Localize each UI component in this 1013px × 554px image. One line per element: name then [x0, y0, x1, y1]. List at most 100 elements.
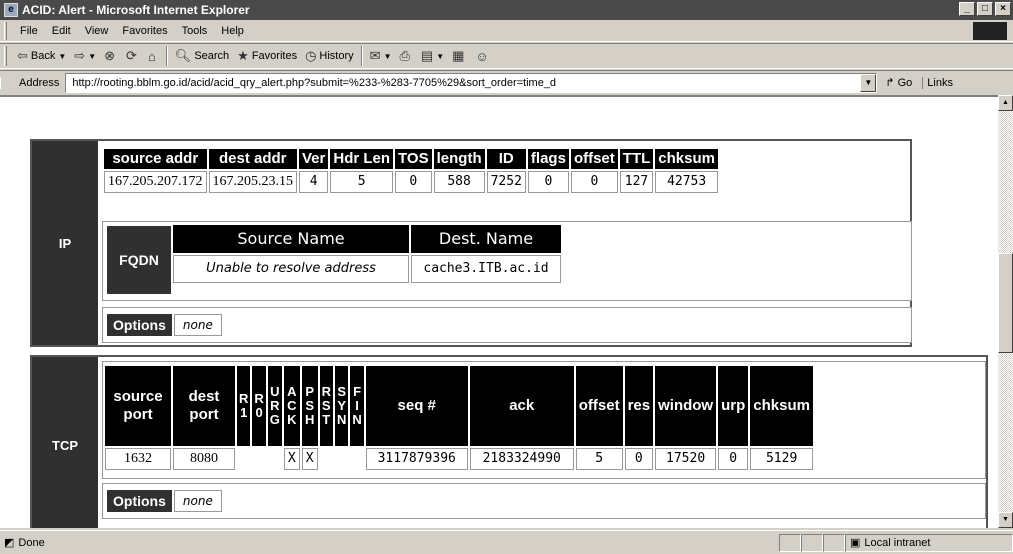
- links-button[interactable]: Links: [922, 76, 953, 89]
- go-arrow-icon: ↱: [885, 77, 895, 89]
- menu-edit[interactable]: Edit: [45, 25, 78, 37]
- discuss-button[interactable]: ▦: [448, 45, 471, 67]
- scroll-up-button[interactable]: ▲: [998, 95, 1013, 111]
- col-header: Source Name: [173, 225, 409, 253]
- table-cell: 0: [527, 171, 569, 193]
- col-header: chksum: [750, 366, 813, 446]
- mail-icon: ✉: [369, 48, 381, 63]
- intranet-icon: ▣: [850, 537, 861, 549]
- table-cell: 17520: [655, 448, 717, 470]
- table-cell: 0: [718, 448, 749, 470]
- maximize-button[interactable]: □: [977, 2, 993, 16]
- scroll-down-button[interactable]: ▼: [998, 512, 1013, 528]
- col-header: res: [624, 366, 654, 446]
- page-done-icon: ◩: [4, 537, 15, 549]
- col-header: F I N: [350, 366, 364, 446]
- table-cell: 0: [624, 448, 654, 470]
- refresh-icon: ⟳: [126, 48, 137, 63]
- col-header: ack: [469, 366, 574, 446]
- status-bar: ◩ Done ▣ Local intranet: [0, 530, 1013, 554]
- ip-section: IP source addr dest addr Ver Hdr Len TOS…: [30, 139, 912, 347]
- search-button[interactable]: 🔍︎ Search: [171, 45, 233, 67]
- table-cell: 0: [570, 171, 618, 193]
- menu-view[interactable]: View: [78, 25, 116, 37]
- print-icon: ⎙: [399, 48, 410, 63]
- table-cell: 167.205.207.172: [104, 171, 207, 193]
- col-header: window: [655, 366, 717, 446]
- col-header: S Y N: [334, 366, 349, 446]
- menu-file[interactable]: File: [13, 25, 45, 37]
- back-button[interactable]: ⇦ Back ▼: [13, 45, 70, 67]
- table-cell: X: [301, 448, 318, 470]
- tcp-header-box: source port dest port R 1 R 0 U R G A C …: [102, 361, 986, 479]
- address-dropdown-button[interactable]: ▼: [860, 73, 877, 92]
- print-button[interactable]: ⎙: [395, 45, 416, 67]
- stop-button[interactable]: ⊗: [100, 45, 122, 67]
- mail-button[interactable]: ✉ ▼: [366, 45, 396, 67]
- scroll-thumb[interactable]: [998, 253, 1013, 353]
- status-pane: [801, 533, 823, 552]
- discuss-icon: ▦: [452, 48, 465, 63]
- col-header: P S H: [301, 366, 318, 446]
- history-button[interactable]: ◷ History: [301, 45, 358, 67]
- col-header: ID: [486, 149, 526, 169]
- ip-header-table: source addr dest addr Ver Hdr Len TOS le…: [102, 147, 720, 195]
- col-header: urp: [718, 366, 749, 446]
- col-header: flags: [527, 149, 569, 169]
- table-cell: [320, 448, 333, 470]
- table-cell: [350, 448, 363, 470]
- table-cell: 5: [330, 171, 394, 193]
- tcp-section: TCP source port dest port R 1 R 0 U R G …: [30, 355, 988, 528]
- close-button[interactable]: ×: [995, 2, 1011, 16]
- table-cell: 167.205.23.15: [208, 171, 297, 193]
- table-cell: 1632: [105, 448, 171, 470]
- status-text: Done: [18, 536, 45, 549]
- col-header: R S T: [319, 366, 333, 446]
- minimize-button[interactable]: _: [959, 2, 975, 16]
- home-button[interactable]: ⌂: [144, 45, 163, 67]
- search-icon: 🔍︎: [174, 48, 192, 63]
- col-header: TOS: [395, 149, 432, 169]
- messenger-button[interactable]: ☺: [471, 45, 495, 67]
- table-cell: [252, 448, 265, 470]
- table-cell: 3117879396: [365, 448, 468, 470]
- zone-text: Local intranet: [864, 536, 931, 549]
- history-icon: ◷: [305, 48, 317, 63]
- page-content: IP source addr dest addr Ver Hdr Len TOS…: [0, 95, 998, 528]
- vertical-scrollbar[interactable]: ▲ ▼: [998, 95, 1013, 528]
- menu-tools[interactable]: Tools: [175, 25, 215, 37]
- edit-button[interactable]: ▤ ▼: [417, 45, 448, 67]
- menu-favorites[interactable]: Favorites: [115, 25, 174, 37]
- messenger-icon: ☺: [475, 48, 489, 64]
- table-cell: 7252: [486, 171, 526, 193]
- table-cell: 5: [575, 448, 623, 470]
- toolbar-separator: [360, 46, 363, 66]
- options-value: none: [173, 490, 222, 512]
- table-cell: 42753: [655, 171, 718, 193]
- col-header: offset: [570, 149, 618, 169]
- toolbar-separator: [165, 46, 168, 66]
- col-header: R 0: [252, 366, 266, 446]
- go-button[interactable]: ↱ Go: [885, 76, 912, 90]
- refresh-button[interactable]: ⟳: [122, 45, 144, 67]
- toolbar-grip[interactable]: [4, 46, 7, 66]
- menubar-grip[interactable]: [4, 21, 7, 40]
- col-header: Dest. Name: [411, 225, 561, 253]
- status-pane: [823, 533, 845, 552]
- address-input[interactable]: http://rooting.bblm.go.id/acid/acid_qry_…: [65, 72, 878, 93]
- stop-icon: ⊗: [104, 48, 116, 63]
- tcp-label: TCP: [32, 357, 98, 528]
- ie-logo-icon: e: [4, 3, 18, 17]
- table-cell: Unable to resolve address: [173, 255, 409, 283]
- menu-help[interactable]: Help: [214, 25, 251, 37]
- table-row: 1632 8080 X X 3117879396 2183324990 5 0 …: [105, 448, 813, 470]
- fqdn-box: FQDN Source Name Dest. Name Unable to re…: [102, 221, 912, 301]
- tcp-options-box: Options none: [102, 483, 986, 519]
- forward-button[interactable]: ⇨ ▼: [70, 45, 100, 67]
- table-row: 167.205.207.172 167.205.23.15 4 5 0 588 …: [104, 171, 718, 193]
- col-header: seq #: [365, 366, 468, 446]
- table-cell: 4: [299, 171, 329, 193]
- col-header: dest addr: [208, 149, 297, 169]
- favorites-button[interactable]: ★ Favorites: [233, 45, 301, 67]
- ip-options-box: Options none: [102, 307, 912, 343]
